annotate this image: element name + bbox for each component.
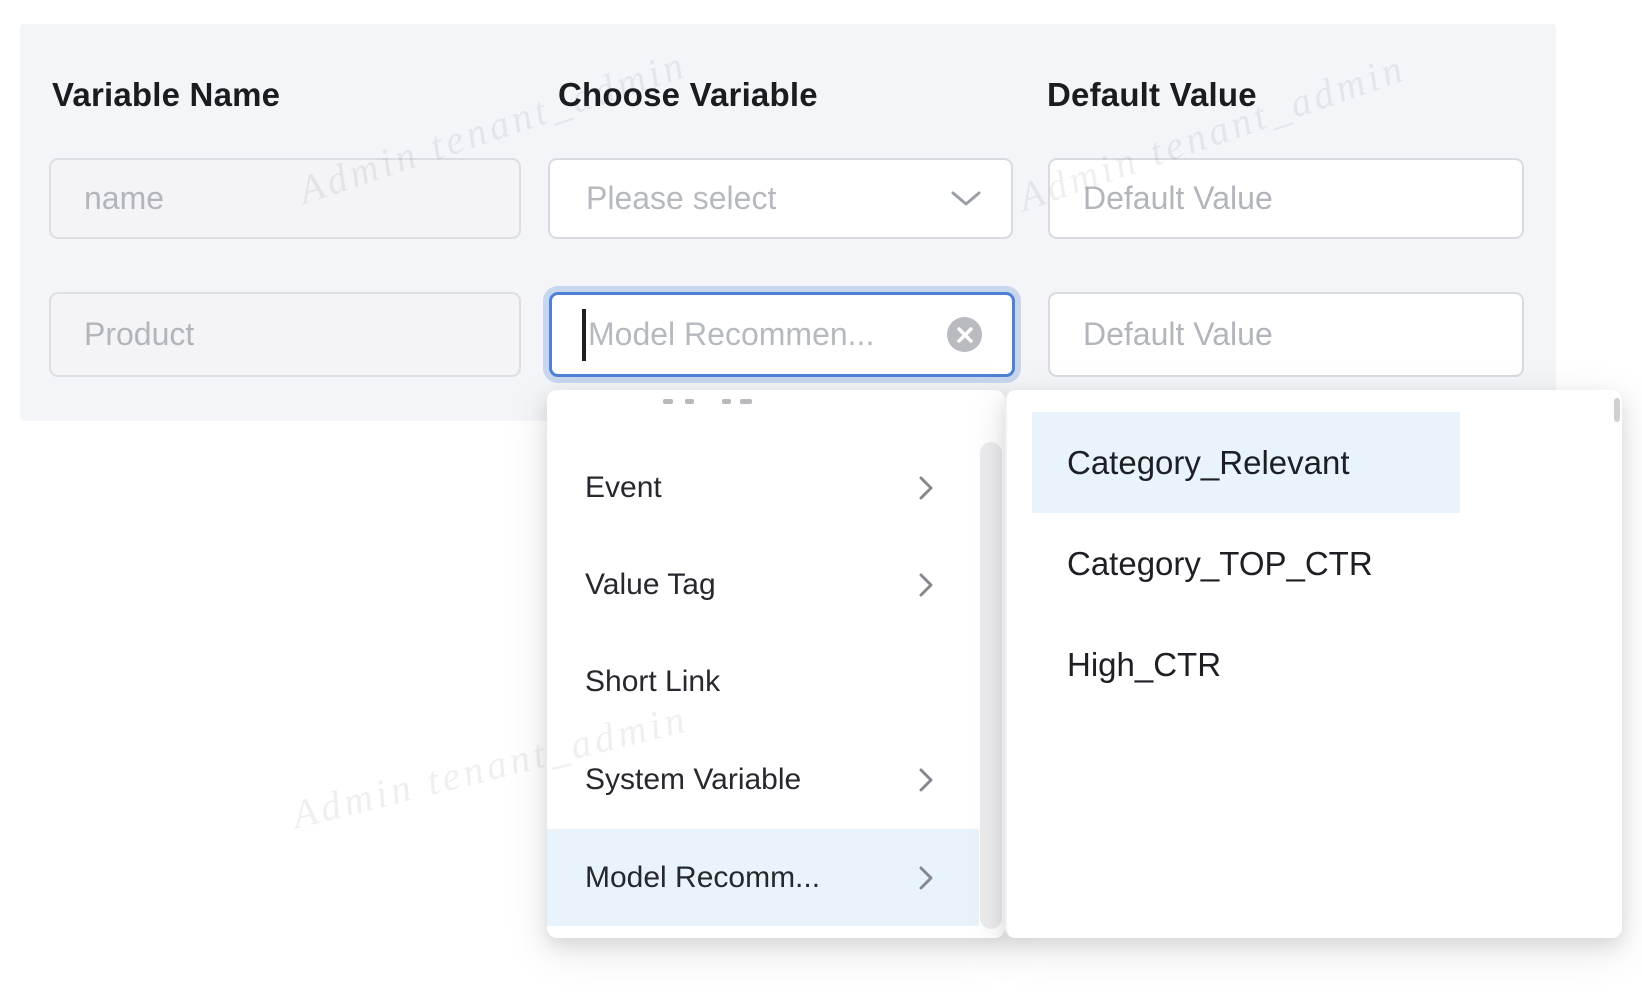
choose-variable-placeholder-row1: Please select — [586, 180, 951, 217]
close-icon — [956, 326, 974, 344]
menu-item-system-variable[interactable]: System Variable — [547, 731, 979, 828]
menu-item-short-link[interactable]: Short Link — [547, 633, 979, 730]
variable-name-input-row2[interactable] — [49, 292, 521, 377]
default-value-label: Default Value — [1047, 76, 1257, 114]
clipped-item-remnant — [740, 399, 752, 404]
clipped-item-remnant — [722, 399, 731, 404]
menu-item-model-recommend[interactable]: Model Recomm... — [547, 829, 979, 926]
choose-variable-value-row2: Model Recommen... — [588, 316, 947, 353]
submenu-scrollbar-thumb[interactable] — [1614, 398, 1620, 422]
variable-name-label: Variable Name — [52, 76, 280, 114]
menu-item-event[interactable]: Event — [547, 439, 979, 536]
menu-scrollbar-thumb[interactable] — [980, 442, 1002, 929]
default-value-input-row1-wrap — [1048, 158, 1524, 239]
variable-name-input-row1-wrap — [49, 158, 521, 239]
cascader-menu: Event Value Tag Short Link System Variab… — [547, 390, 1005, 938]
chevron-right-icon — [919, 866, 933, 890]
variable-name-input-row2-wrap — [49, 292, 521, 377]
page: Variable Name Choose Variable Default Va… — [0, 0, 1642, 996]
menu-item-value-tag[interactable]: Value Tag — [547, 536, 979, 633]
submenu-item-category-relevant[interactable]: Category_Relevant — [1032, 412, 1460, 513]
clear-selection-button[interactable] — [947, 317, 982, 352]
default-value-input-row2[interactable] — [1048, 292, 1524, 377]
default-value-input-row1[interactable] — [1048, 158, 1524, 239]
chevron-right-icon — [919, 476, 933, 500]
default-value-input-row2-wrap — [1048, 292, 1524, 377]
chevron-right-icon — [919, 573, 933, 597]
submenu-item-category-top-ctr[interactable]: Category_TOP_CTR — [1032, 513, 1460, 614]
text-cursor — [582, 309, 586, 361]
chevron-down-icon — [951, 191, 981, 207]
chevron-right-icon — [919, 768, 933, 792]
choose-variable-select-row2[interactable]: Model Recommen... — [549, 292, 1015, 377]
variable-name-input-row1[interactable] — [49, 158, 521, 239]
choose-variable-select-row1[interactable]: Please select — [548, 158, 1013, 239]
cascader-submenu: Category_Relevant Category_TOP_CTR High_… — [1005, 390, 1622, 938]
submenu-item-high-ctr[interactable]: High_CTR — [1032, 614, 1460, 715]
clipped-item-remnant — [685, 399, 694, 404]
clipped-item-remnant — [663, 399, 673, 404]
choose-variable-label: Choose Variable — [558, 76, 818, 114]
